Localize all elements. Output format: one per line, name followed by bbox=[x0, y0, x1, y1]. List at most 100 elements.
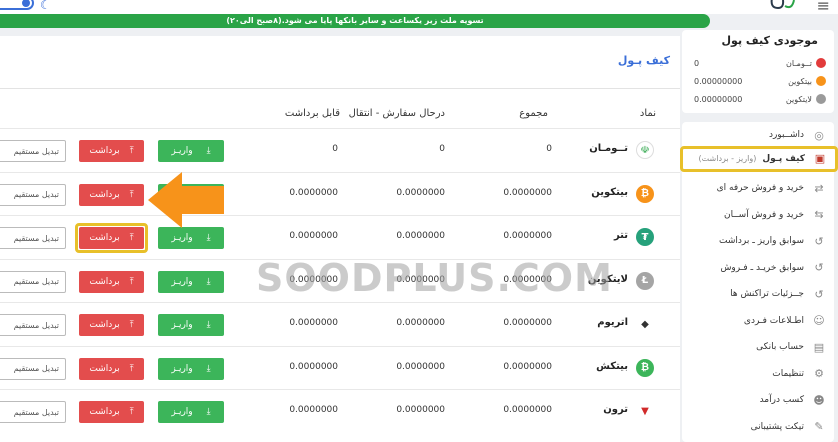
coin-icon bbox=[816, 76, 826, 86]
sidebar-item-11[interactable]: ✎ تیکت پشتیبانی bbox=[682, 414, 834, 440]
coin-icon: ☫ bbox=[636, 141, 654, 159]
download-icon: ⤓ bbox=[206, 276, 211, 287]
sidebar-item-4[interactable]: ↺ سوابق واریز ـ برداشت bbox=[682, 228, 834, 254]
sidebar-item-label: جــزئیات تراکنش ها bbox=[730, 289, 804, 299]
convert-label: تبدیل مستقیم bbox=[13, 407, 59, 417]
coin-name: تــومـان bbox=[589, 143, 628, 154]
deposit-button[interactable]: واریـز ⤓ bbox=[158, 314, 224, 336]
coin-in-order: 0.0000000 bbox=[396, 318, 445, 328]
sidebar-item-5[interactable]: ↺ سوابق خریـد ـ فـروش bbox=[682, 255, 834, 281]
menu-icon-0: ◎ bbox=[814, 128, 824, 142]
table-row: ₿ بیتکش 0.0000000 0.0000000 0.0000000 واریـز ⤓… bbox=[0, 345, 680, 390]
sidebar-item-10[interactable]: ☻ کسب درآمد bbox=[682, 387, 834, 413]
balance-name: بیتکوین bbox=[788, 76, 812, 86]
sidebar-item-7[interactable]: ☺ اطـلاعات فـردی bbox=[682, 308, 834, 334]
withdraw-button[interactable]: برداشت ⤒ bbox=[79, 357, 144, 380]
convert-button[interactable]: تبدیل مستقیم bbox=[0, 183, 66, 206]
coin-available: 0 bbox=[332, 144, 338, 154]
notice-bar: تسویه ملت زیر یکساعت و سایر بانکها پایا … bbox=[0, 14, 710, 28]
withdraw-button[interactable]: برداشت ⤒ bbox=[79, 314, 144, 336]
deposit-button[interactable]: واریـز ⤓ bbox=[158, 270, 224, 293]
coin-total: 0.0000000 bbox=[503, 361, 552, 372]
convert-button[interactable]: تبدیل مستقیم bbox=[0, 357, 66, 380]
toggle-knob bbox=[22, 0, 30, 7]
convert-button[interactable]: تبدیل مستقیم bbox=[0, 140, 66, 162]
balance-value: 0.00000000 bbox=[694, 94, 743, 104]
header-coin: نماد bbox=[639, 108, 656, 119]
convert-button[interactable]: تبدیل مستقیم bbox=[0, 227, 66, 249]
withdraw-label: برداشت bbox=[89, 363, 120, 374]
coin-total: 0.0000000 bbox=[503, 187, 552, 198]
coin-total: 0 bbox=[546, 144, 552, 154]
withdraw-label: برداشت bbox=[89, 189, 120, 200]
watermark: SOODPLUS.COM bbox=[256, 256, 613, 300]
menu-icon-2: ⇄ bbox=[814, 181, 824, 195]
coin-icon: ▼ bbox=[636, 402, 654, 420]
convert-label: تبدیل مستقیم bbox=[13, 233, 59, 243]
coin-total: 0.0000000 bbox=[503, 405, 552, 415]
coin-available: 0.0000000 bbox=[289, 405, 338, 415]
convert-button[interactable]: تبدیل مستقیم bbox=[0, 314, 66, 336]
divider bbox=[0, 88, 680, 89]
coin-in-order: 0 bbox=[439, 144, 445, 154]
sidebar-item-label: خرید و فروش حرفه ای bbox=[716, 183, 804, 193]
balance-value: 0 bbox=[694, 58, 700, 68]
sidebar-item-8[interactable]: ▤ حساب بانکی bbox=[682, 334, 834, 360]
deposit-button[interactable]: واریـز ⤓ bbox=[158, 357, 224, 380]
upload-icon: ⤒ bbox=[129, 407, 134, 417]
deposit-button[interactable]: واریـز ⤓ bbox=[158, 140, 224, 162]
coin-available: 0.0000000 bbox=[289, 361, 338, 372]
page-title: کیف پـول bbox=[617, 54, 670, 67]
upload-icon: ⤒ bbox=[129, 146, 134, 156]
table-row: ☫ تــومـان 0 0 0 واریـز ⤓ برداشت ⤒ تبدیل مستقیم bbox=[0, 128, 680, 172]
menu-icon[interactable]: ≡ bbox=[817, 0, 830, 14]
coin-total: 0.0000000 bbox=[503, 318, 552, 328]
upload-icon: ⤒ bbox=[129, 363, 134, 374]
coin-name: تتر bbox=[613, 230, 628, 241]
wallet-panel: کیف پـول نماد مجموع درحال سفارش - انتقال… bbox=[0, 36, 680, 442]
withdraw-button[interactable]: برداشت ⤒ bbox=[79, 401, 144, 423]
coin-in-order: 0.0000000 bbox=[396, 187, 445, 198]
convert-button[interactable]: تبدیل مستقیم bbox=[0, 270, 66, 293]
upload-icon: ⤒ bbox=[129, 189, 134, 200]
sidebar-item-label: کسب درآمد bbox=[759, 395, 804, 405]
convert-button[interactable]: تبدیل مستقیم bbox=[0, 401, 66, 423]
deposit-button[interactable]: واریـز ⤓ bbox=[158, 401, 224, 423]
sidebar-item-sub: (واریز - برداشت) bbox=[698, 154, 757, 163]
withdraw-label: برداشت bbox=[89, 146, 120, 156]
coin-available: 0.0000000 bbox=[289, 231, 338, 241]
withdraw-button[interactable]: برداشت ⤒ bbox=[79, 270, 144, 293]
table-row: ₿بیتکوین0.00000000.00000000.0000000واریـ… bbox=[0, 171, 680, 216]
theme-toggle[interactable] bbox=[0, 0, 34, 10]
sidebar-item-1[interactable]: ▣ کیف پـول (واریز - برداشت) bbox=[680, 145, 838, 172]
coin-total: 0.0000000 bbox=[503, 231, 552, 241]
withdraw-button[interactable]: برداشت ⤒ bbox=[79, 140, 144, 162]
sidebar-item-2[interactable]: ⇄ خرید و فروش حرفه ای bbox=[682, 175, 834, 201]
sidebar-item-0[interactable]: ◎ داشــبورد bbox=[682, 122, 834, 148]
withdraw-label: برداشت bbox=[89, 320, 120, 330]
sidebar-item-label: سوابق واریز ـ برداشت bbox=[719, 236, 804, 246]
deposit-label: واریـز bbox=[171, 407, 193, 417]
coin-name: ترون bbox=[603, 404, 628, 415]
coin-icon: ₮ bbox=[636, 228, 654, 246]
download-icon: ⤓ bbox=[206, 320, 211, 330]
coin-available: 0.0000000 bbox=[289, 187, 338, 198]
menu-icon-4: ↺ bbox=[814, 234, 824, 248]
withdraw-button[interactable]: برداشت ⤒ bbox=[79, 183, 144, 206]
coin-icon: ◆ bbox=[636, 315, 654, 333]
wallet-balance-title: موجودی کیف پول bbox=[721, 34, 818, 47]
sidebar-item-3[interactable]: ⇆ خرید و فروش آســان bbox=[682, 202, 834, 228]
balance-name: تــومـان bbox=[786, 58, 812, 68]
sidebar-item-6[interactable]: ↺ جــزئیات تراکنش ها bbox=[682, 281, 834, 307]
page: ☾ ≡ تسویه ملت زیر یکساعت و سایر بانکها پ… bbox=[0, 0, 838, 442]
convert-label: تبدیل مستقیم bbox=[13, 364, 59, 373]
coin-icon: Ł bbox=[636, 271, 654, 290]
sidebar-menu: ◎ داشــبورد ▣ کیف پـول (واریز - برداشت) ⇄ خرید… bbox=[680, 122, 838, 442]
coin-icon bbox=[816, 94, 826, 104]
deposit-button[interactable]: واریـز ⤓ bbox=[158, 227, 224, 249]
logo-icon bbox=[770, 0, 795, 10]
sidebar-item-label: تنظیمات bbox=[772, 368, 804, 379]
balance-row: بیتکوین 0.00000000 bbox=[686, 74, 826, 88]
sidebar-item-9[interactable]: ⚙ تنظیمات bbox=[682, 361, 834, 387]
table-row: ◆ اتریوم 0.0000000 0.0000000 0.0000000 واریـز… bbox=[0, 302, 680, 346]
